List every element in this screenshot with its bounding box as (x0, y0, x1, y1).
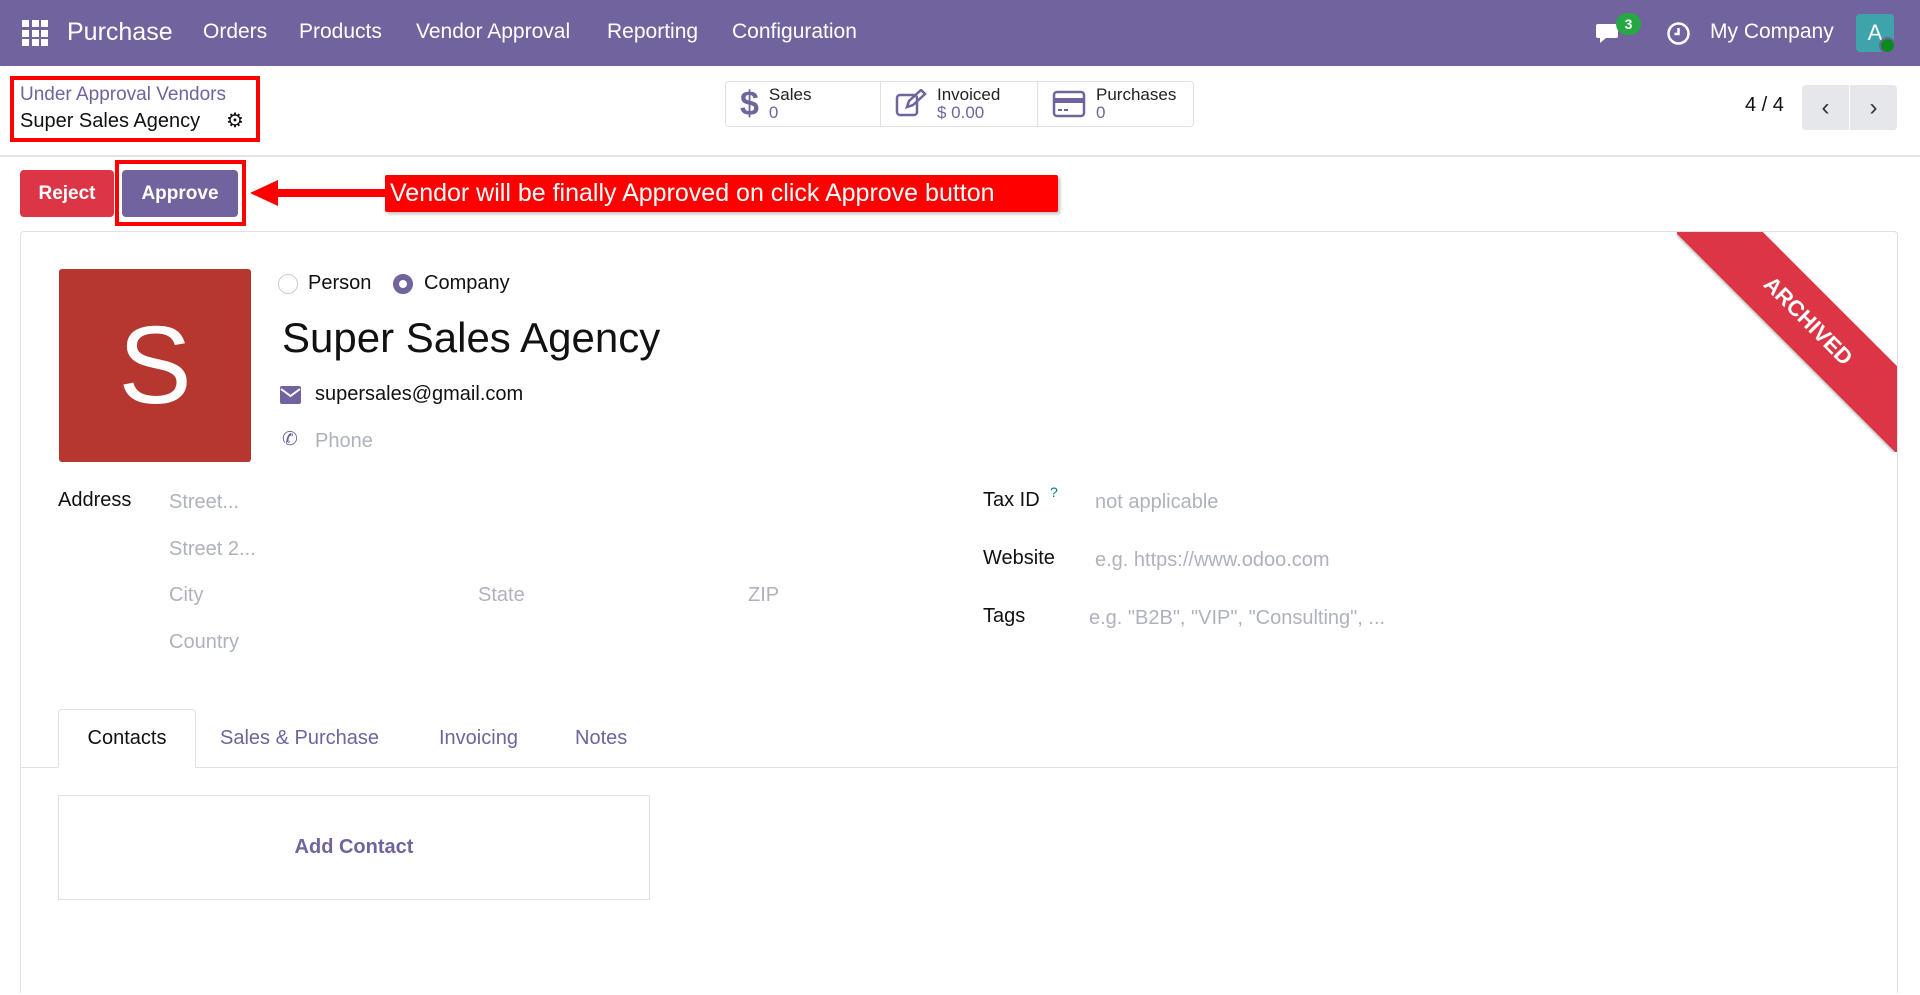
chat-count-badge: 3 (1616, 13, 1641, 35)
email-field[interactable]: supersales@gmail.com (315, 383, 523, 406)
help-tooltip-icon[interactable]: ? (1050, 484, 1058, 500)
menu-products[interactable]: Products (299, 20, 382, 44)
edit-icon (895, 89, 927, 117)
purchases-stat-button[interactable]: Purchases 0 (1037, 81, 1194, 127)
stat-value: 0 (1096, 103, 1106, 122)
chevron-right-icon: › (1869, 93, 1878, 121)
stat-label: Invoiced (937, 85, 1001, 104)
pager-value: 4 / 4 (1745, 94, 1784, 116)
tab-notes[interactable]: Notes (575, 709, 627, 768)
street-field[interactable]: Street... (169, 491, 239, 514)
street2-field[interactable]: Street 2... (169, 538, 256, 561)
tags-label: Tags (983, 605, 1026, 627)
radio-company-label[interactable]: Company (424, 272, 510, 295)
country-field[interactable]: Country (169, 631, 239, 654)
tax-id-label: Tax ID (983, 489, 1040, 511)
partner-avatar[interactable]: S (59, 269, 251, 462)
sales-stat-button[interactable]: $ Sales 0 (725, 81, 881, 127)
menu-reporting[interactable]: Reporting (607, 20, 698, 44)
city-field[interactable]: City (169, 584, 203, 607)
envelope-icon (280, 386, 301, 404)
gear-icon[interactable]: ⚙ (226, 108, 244, 133)
address-label: Address (58, 489, 132, 511)
tax-id-field[interactable]: not applicable (1095, 491, 1218, 514)
phone-field[interactable]: Phone (315, 430, 373, 453)
tab-sales-purchase[interactable]: Sales & Purchase (220, 709, 379, 768)
stat-label: Purchases (1096, 85, 1177, 104)
stat-value: 0 (768, 103, 779, 122)
tab-invoicing[interactable]: Invoicing (439, 709, 518, 768)
top-navbar: Purchase Orders Products Vendor Approval… (0, 0, 1920, 66)
annotation-arrow-icon (250, 180, 388, 206)
website-field[interactable]: e.g. https://www.odoo.com (1095, 549, 1330, 572)
radio-company[interactable] (393, 274, 413, 294)
company-switcher[interactable]: My Company (1710, 20, 1834, 44)
tags-field[interactable]: e.g. "B2B", "VIP", "Consulting", ... (1089, 607, 1385, 630)
dollar-icon: $ (740, 84, 759, 123)
partner-name[interactable]: Super Sales Agency (282, 314, 660, 362)
approve-button[interactable]: Approve (122, 170, 238, 217)
phone-icon: ✆ (282, 429, 298, 450)
zip-field[interactable]: ZIP (748, 584, 779, 607)
breadcrumb-current: Super Sales Agency (20, 110, 201, 132)
pager-next-button[interactable]: › (1850, 85, 1897, 130)
radio-person-label[interactable]: Person (308, 272, 371, 295)
clock-icon[interactable] (1666, 21, 1691, 46)
menu-orders[interactable]: Orders (203, 20, 267, 44)
avatar-letter: S (118, 304, 192, 427)
stat-label: Sales (768, 85, 812, 104)
online-status-dot (1879, 37, 1896, 54)
archived-ribbon: ARCHIVED (1677, 232, 1897, 452)
app-name[interactable]: Purchase (67, 18, 173, 47)
tab-contacts[interactable]: Contacts (58, 709, 196, 768)
state-field[interactable]: State (478, 584, 525, 607)
invoiced-stat-button[interactable]: Invoiced $ 0.00 (880, 81, 1038, 127)
radio-person[interactable] (278, 274, 298, 294)
annotation-callout: Vendor will be finally Approved on click… (385, 175, 1058, 212)
ribbon-label: ARCHIVED (1677, 232, 1897, 452)
breadcrumb-parent[interactable]: Under Approval Vendors (20, 84, 226, 106)
credit-card-icon (1052, 90, 1086, 118)
menu-configuration[interactable]: Configuration (732, 20, 857, 44)
apps-menu-icon[interactable] (22, 20, 48, 46)
website-label: Website (983, 547, 1055, 569)
pager-previous-button[interactable]: ‹ (1802, 85, 1849, 130)
divider (0, 155, 1920, 157)
add-contact-button[interactable]: Add Contact (58, 795, 650, 900)
reject-button[interactable]: Reject (20, 170, 114, 217)
chevron-left-icon: ‹ (1821, 93, 1830, 121)
breadcrumb: Under Approval Vendors Super Sales Agenc… (10, 76, 260, 142)
stat-value: $ 0.00 (937, 103, 985, 122)
menu-vendor-approval[interactable]: Vendor Approval (416, 20, 570, 44)
